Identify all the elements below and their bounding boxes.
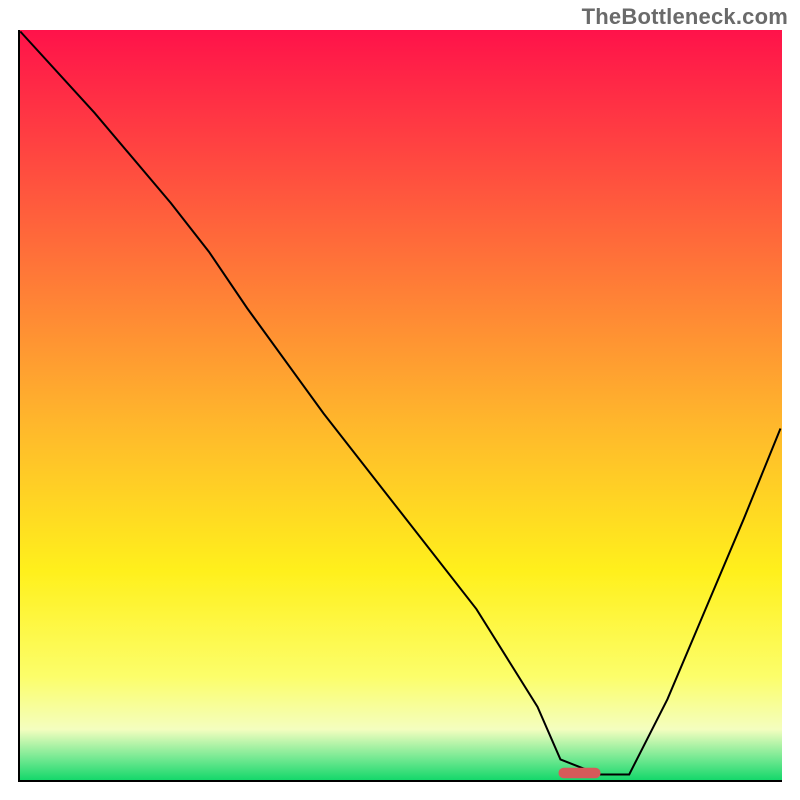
optimal-marker (559, 768, 601, 779)
plot-area (18, 30, 782, 782)
gradient-background (18, 30, 782, 782)
watermark-text: TheBottleneck.com (582, 4, 788, 30)
chart-frame: TheBottleneck.com (0, 0, 800, 800)
plot-svg (18, 30, 782, 782)
x-axis (18, 780, 782, 782)
marker-layer (559, 768, 601, 779)
y-axis (18, 30, 20, 782)
